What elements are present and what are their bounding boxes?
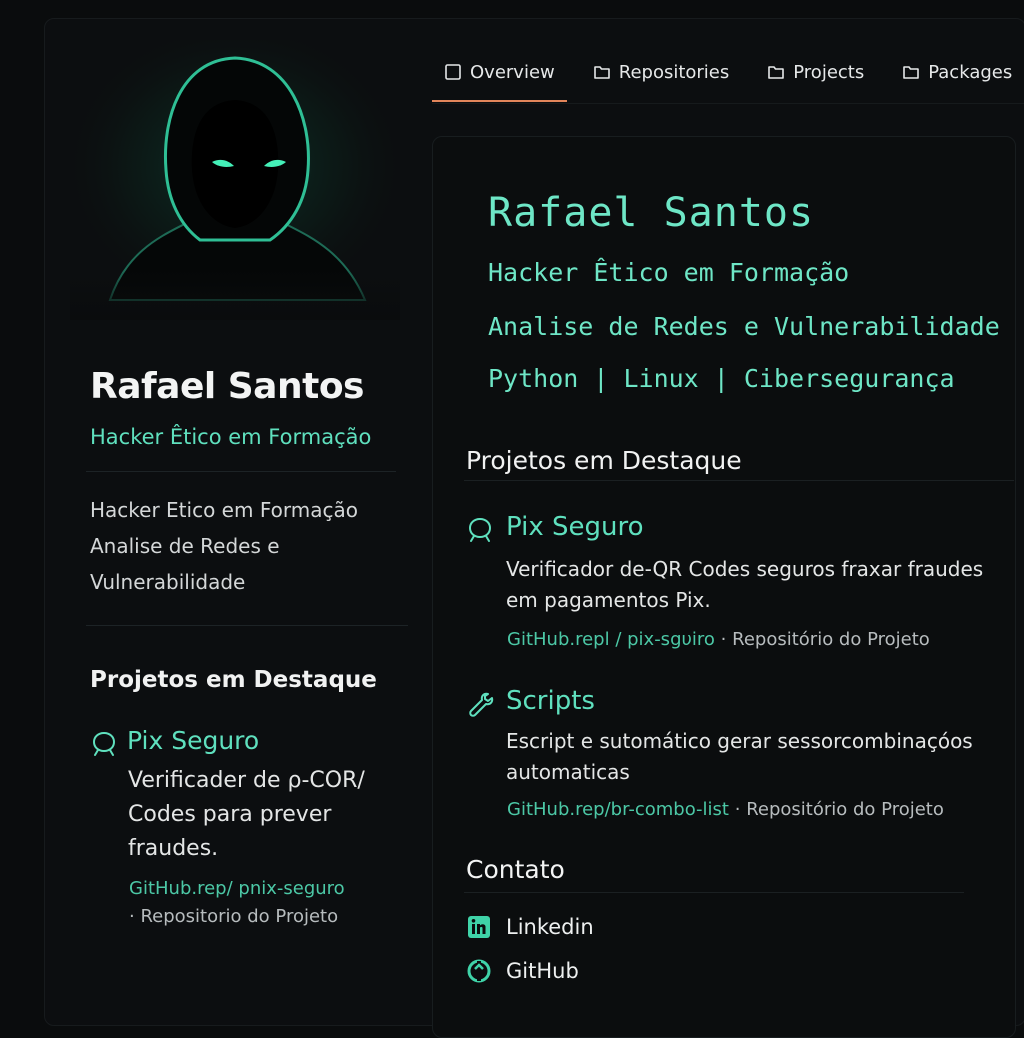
sidebar-project-meta: · Repositorio do Projeto (129, 906, 339, 927)
desc-line: Escript e sutomático gerar sessorcombina… (506, 729, 973, 753)
separator: · (720, 629, 727, 650)
github-icon (467, 959, 491, 983)
section-divider (464, 480, 1014, 481)
sidebar-divider (86, 471, 396, 472)
desc-line: em pagamentos Pix. (506, 588, 711, 612)
tab-label: Packages (928, 61, 1013, 83)
project-description: Escript e sutomático gerar sessorcombina… (506, 726, 986, 788)
profile-tabs: Overview Repositories Projects Packages (432, 44, 1024, 102)
sidebar-project-title[interactable]: Pix Seguro (127, 726, 259, 755)
tab-repositories[interactable]: Repositories (581, 44, 742, 100)
tab-packages[interactable]: Packages (890, 44, 1024, 100)
desc-line: Verificader de ρ-COR/ (128, 768, 365, 793)
sidebar-divider (86, 625, 408, 626)
bio-line: Analise de Redes e (90, 534, 280, 558)
folder-icon (903, 66, 920, 79)
folder-icon (768, 66, 785, 79)
profile-name: Rafael Santos (90, 366, 364, 407)
book-icon (445, 64, 461, 80)
sidebar-project-description: Verificader de ρ-COR/ Codes para prever … (128, 764, 388, 866)
tab-label: Overview (470, 61, 555, 83)
readme-tagline: Hacker Êtico em Formação (488, 258, 850, 287)
separator: · (734, 799, 741, 820)
shield-icon (92, 731, 116, 756)
shield-icon (468, 517, 492, 542)
contact-linkedin[interactable]: Linkedin (466, 914, 594, 940)
profile-bio: Hacker Etico em Formação Analise de Rede… (90, 492, 358, 600)
bio-line: Vulnerabilidade (90, 570, 246, 594)
readme-name: Rafael Santos (488, 190, 815, 236)
contact-label: GitHub (506, 959, 579, 983)
project-link-row: GitHub.rep/br-combo-list · Repositório d… (507, 799, 944, 820)
project-description: Verificador de-QR Codes seguros fraxar f… (506, 554, 986, 616)
contact-section-title: Contato (466, 855, 565, 884)
project-title[interactable]: Scripts (506, 686, 595, 716)
desc-line: fraudes. (128, 836, 219, 861)
projects-section-title: Projetos em Destaque (466, 446, 742, 475)
project-link[interactable]: GitHub.rep/br-combo-list (507, 799, 729, 820)
sidebar-section-title: Projetos em Destaque (90, 667, 377, 693)
bio-line: Hacker Etico em Formação (90, 498, 358, 522)
project-title[interactable]: Pix Seguro (506, 512, 644, 542)
tab-label: Projects (793, 61, 865, 83)
wrench-icon (469, 692, 494, 717)
avatar (70, 40, 400, 320)
project-link-row: GitHub.repl / pix-sgυiro · Repositório d… (507, 629, 930, 650)
tab-label: Repositories (618, 61, 730, 83)
desc-line: Verificador de-QR Codes seguros fraxar f… (506, 557, 984, 581)
folder-icon (593, 66, 610, 79)
tab-projects[interactable]: Projects (755, 44, 876, 100)
linkedin-icon (468, 916, 490, 938)
contact-github[interactable]: GitHub (466, 958, 579, 984)
tabs-divider (432, 103, 1024, 104)
readme-focus: Analise de Redes e Vulnerabilidade (488, 312, 1000, 341)
project-meta: Repositório do Projeto (746, 799, 944, 820)
section-divider (464, 892, 964, 893)
hooded-hacker-image (70, 40, 400, 320)
sidebar-project-link[interactable]: GitHub.rep/ pnix-seguro (129, 878, 345, 899)
project-meta: Repositório do Projeto (732, 629, 930, 650)
profile-role: Hacker Êtico em Formação (90, 425, 372, 449)
desc-line: automaticas (506, 760, 630, 784)
tab-overview[interactable]: Overview (432, 44, 567, 102)
contact-label: Linkedin (506, 915, 594, 939)
desc-line: Codes para prever (128, 802, 332, 827)
project-link[interactable]: GitHub.repl / pix-sgυiro (507, 629, 715, 650)
readme-skills: Python | Linux | Cibersegurança (488, 364, 955, 393)
